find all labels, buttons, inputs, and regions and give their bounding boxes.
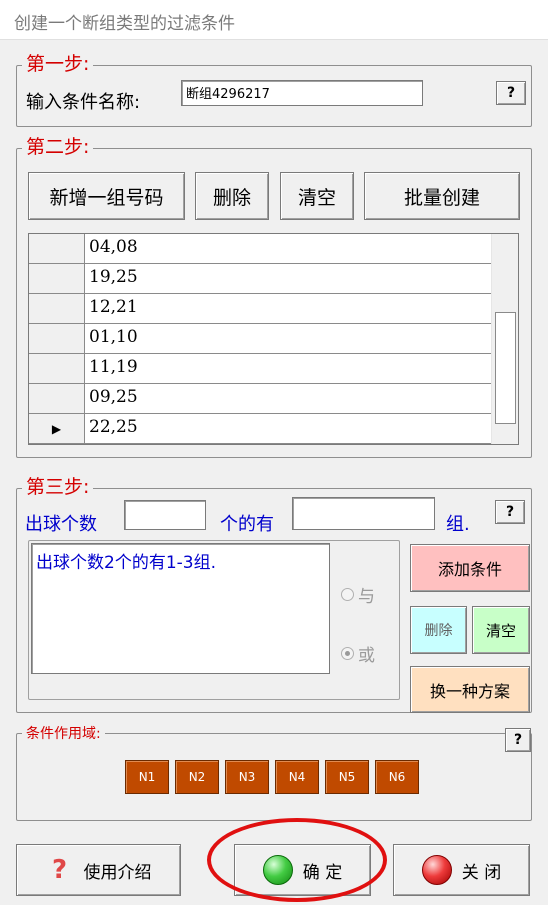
step1-legend: 第一步: [22, 53, 94, 75]
add-number-group-button[interactable]: 新增一组号码 [28, 172, 185, 220]
table-row[interactable]: 01,10 [29, 324, 491, 354]
position-button-n6[interactable]: N6 [375, 760, 419, 794]
position-button-n3[interactable]: N3 [225, 760, 269, 794]
table-row[interactable]: 12,21 [29, 294, 491, 324]
ball-count-input[interactable] [124, 500, 206, 530]
row-value: 11,19 [89, 357, 138, 377]
position-button-n1[interactable]: N1 [125, 760, 169, 794]
table-row[interactable]: 04,08 [29, 234, 491, 264]
row-value: 01,10 [89, 327, 138, 347]
group-unit-label: 组. [446, 514, 470, 535]
condition-list[interactable]: 出球个数2个的有1-3组. [31, 543, 330, 674]
switch-scheme-button[interactable]: 换一种方案 [410, 666, 530, 713]
have-label: 个的有 [220, 514, 274, 535]
scope-legend: 条件作用域: [22, 723, 105, 745]
table-row[interactable]: 11,19 [29, 354, 491, 384]
row-value: 04,08 [89, 237, 138, 257]
window-titlebar: 创建一个断组类型的过滤条件 [0, 0, 548, 40]
radio-and-label: 与 [358, 587, 375, 607]
grid-scrollbar[interactable] [491, 234, 518, 444]
scope-help-button[interactable]: ? [505, 728, 531, 752]
row-pointer-icon: ▶ [51, 421, 62, 436]
ball-count-label: 出球个数 [25, 514, 97, 535]
row-value: 22,25 [89, 417, 138, 437]
close-button[interactable]: 关 闭 [393, 844, 530, 896]
step3-legend: 第三步: [22, 476, 94, 498]
step1-help-button[interactable]: ? [496, 81, 526, 105]
red-orb-icon [421, 855, 452, 885]
condition-name-input[interactable]: 断组4296217 [181, 80, 423, 106]
group-count-input[interactable] [292, 497, 435, 530]
row-header[interactable] [29, 234, 85, 263]
clear-conditions-button[interactable]: 清空 [472, 606, 530, 654]
intro-button[interactable]: ? 使用介绍 [16, 844, 181, 896]
table-row[interactable]: 09,25 [29, 384, 491, 414]
row-header[interactable] [29, 384, 85, 413]
row-value: 19,25 [89, 267, 138, 287]
scope-group [16, 733, 532, 821]
row-header[interactable] [29, 294, 85, 323]
position-button-n2[interactable]: N2 [175, 760, 219, 794]
scrollbar-thumb[interactable] [495, 312, 516, 424]
row-header[interactable] [29, 324, 85, 353]
step2-legend: 第二步: [22, 136, 94, 158]
row-header[interactable] [29, 354, 85, 383]
number-groups-grid[interactable]: 04,08 19,25 12,21 01,10 11,19 09,25 ▶ 22… [28, 233, 519, 445]
window-title: 创建一个断组类型的过滤条件 [14, 14, 235, 34]
delete-group-button[interactable]: 删除 [195, 172, 269, 220]
row-value: 12,21 [89, 297, 138, 317]
batch-create-button[interactable]: 批量创建 [364, 172, 520, 220]
condition-name-label: 输入条件名称: [26, 92, 141, 113]
intro-button-label: 使用介绍 [83, 862, 152, 883]
condition-text: 出球个数2个的有1-3组. [36, 553, 216, 573]
position-button-n5[interactable]: N5 [325, 760, 369, 794]
row-header[interactable]: ▶ [29, 414, 85, 443]
add-condition-button[interactable]: 添加条件 [410, 544, 530, 592]
ok-button-highlight-circle [207, 818, 387, 902]
close-button-label: 关 闭 [461, 862, 502, 883]
table-row[interactable]: ▶ 22,25 [29, 414, 491, 444]
clear-groups-button[interactable]: 清空 [280, 172, 354, 220]
step3-help-button[interactable]: ? [495, 500, 525, 524]
radio-and[interactable]: 与 [341, 582, 375, 607]
radio-or-label: 或 [358, 646, 375, 666]
question-mark-icon: ? [51, 855, 68, 885]
table-row[interactable]: 19,25 [29, 264, 491, 294]
radio-or[interactable]: 或 [341, 641, 375, 666]
delete-condition-button[interactable]: 删除 [410, 606, 467, 654]
radio-dot [341, 588, 354, 601]
row-value: 09,25 [89, 387, 138, 407]
row-header[interactable] [29, 264, 85, 293]
position-button-n4[interactable]: N4 [275, 760, 319, 794]
radio-dot-selected [341, 647, 354, 660]
